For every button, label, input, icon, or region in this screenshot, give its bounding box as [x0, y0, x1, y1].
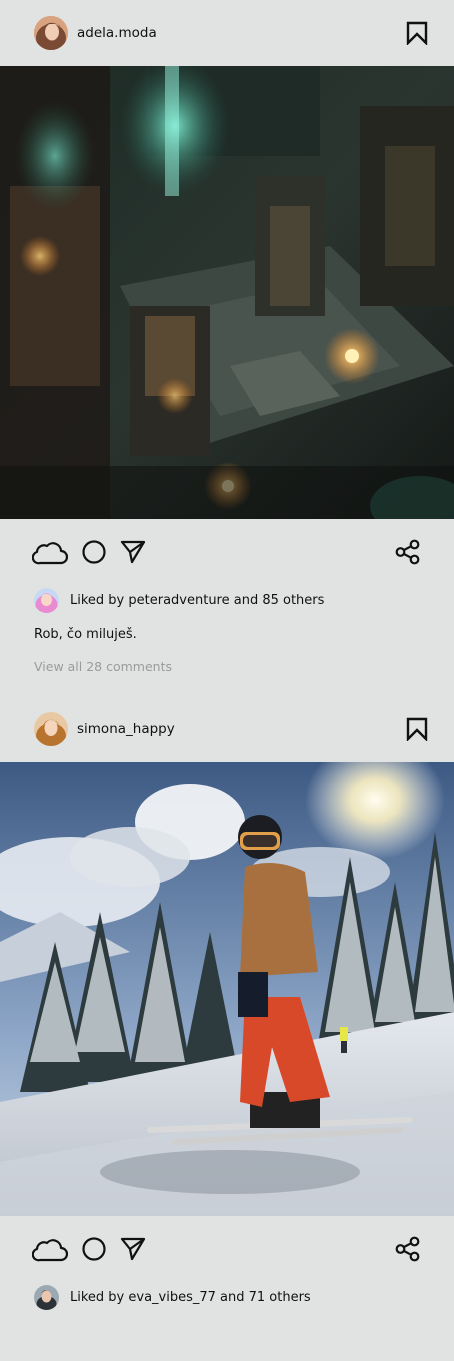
view-comments-link[interactable]: View all 28 comments — [0, 657, 454, 677]
send-triangle-icon[interactable] — [120, 1236, 146, 1262]
likes-text[interactable]: Liked by peteradventure and 85 others — [70, 593, 324, 608]
avatar[interactable] — [34, 712, 68, 746]
bookmark-icon[interactable] — [404, 20, 430, 46]
send-triangle-icon[interactable] — [120, 539, 146, 565]
likes-row: Liked by eva_vibes_77 and 71 others — [0, 1282, 454, 1312]
avatar[interactable] — [34, 16, 68, 50]
share-icon[interactable] — [395, 1236, 421, 1262]
cloud-icon[interactable] — [32, 539, 68, 565]
post-card: adela.moda Liked by peteradventure and 8… — [0, 0, 454, 677]
post-card: simona_happy Liked by eva_vibes_77 and 7… — [0, 696, 454, 1312]
feed: adela.moda Liked by peteradventure and 8… — [0, 0, 454, 1312]
cloud-icon[interactable] — [32, 1236, 68, 1262]
post-photo[interactable] — [0, 66, 454, 519]
post-separator — [0, 677, 454, 696]
post-actions — [0, 1216, 454, 1282]
username[interactable]: simona_happy — [77, 721, 404, 737]
post-caption: Rob, čo miluješ. — [34, 627, 137, 642]
circle-icon[interactable] — [81, 1236, 107, 1262]
post-header: simona_happy — [0, 696, 454, 762]
circle-icon[interactable] — [81, 539, 107, 565]
username[interactable]: adela.moda — [77, 25, 404, 41]
post-actions — [0, 519, 454, 585]
post-header: adela.moda — [0, 0, 454, 66]
post-photo[interactable] — [0, 762, 454, 1216]
liker-avatar[interactable] — [34, 1284, 59, 1310]
liker-avatar[interactable] — [34, 587, 59, 613]
likes-text[interactable]: Liked by eva_vibes_77 and 71 others — [70, 1290, 311, 1305]
likes-row: Liked by peteradventure and 85 others — [0, 585, 454, 615]
bookmark-icon[interactable] — [404, 716, 430, 742]
share-icon[interactable] — [395, 539, 421, 565]
